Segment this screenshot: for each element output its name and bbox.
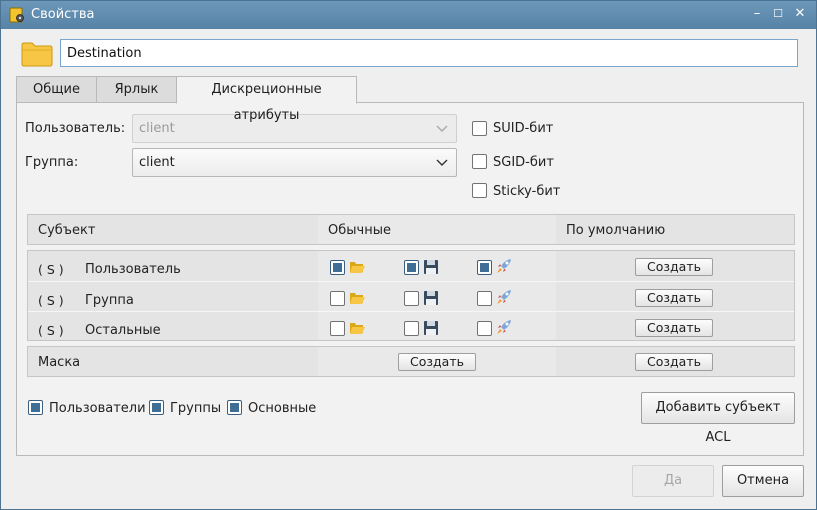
filter-users-checkbox[interactable]	[28, 400, 43, 415]
exec-checkbox[interactable]	[477, 291, 492, 306]
folder-icon	[21, 42, 53, 67]
row-tag: ( S )	[38, 293, 64, 308]
acl-mask-row: Маска Создать Создать	[27, 346, 795, 377]
chevron-down-icon	[436, 125, 448, 132]
row-divider	[28, 311, 794, 312]
acl-header-regular: Обычные	[328, 223, 391, 238]
chevron-down-icon	[436, 159, 448, 166]
open-folder-icon	[350, 293, 365, 304]
create-default-mask-button[interactable]: Создать	[635, 353, 713, 371]
title-bar[interactable]: Свойства – ☐ ✕	[1, 1, 816, 29]
open-folder-icon	[350, 323, 365, 334]
close-button[interactable]: ✕	[791, 5, 809, 23]
owner-group-combo[interactable]: client	[132, 148, 457, 177]
create-default-button[interactable]: Создать	[635, 258, 713, 276]
write-checkbox[interactable]	[404, 260, 419, 275]
cancel-button[interactable]: Отмена	[722, 465, 804, 497]
window-title: Свойства	[31, 7, 95, 22]
create-default-button[interactable]: Создать	[635, 319, 713, 337]
filter-basic-label: Основные	[248, 401, 317, 416]
maximize-button[interactable]: ☐	[769, 5, 787, 23]
read-checkbox[interactable]	[330, 291, 345, 306]
filter-groups-label: Группы	[170, 401, 222, 416]
suid-checkbox[interactable]	[472, 121, 487, 136]
write-checkbox[interactable]	[404, 321, 419, 336]
ok-button[interactable]: Да	[632, 465, 714, 497]
row-subject: Пользователь	[85, 262, 181, 277]
row-tag: ( S )	[38, 262, 64, 277]
owner-group-label: Группа:	[25, 155, 79, 170]
row-subject: Группа	[85, 293, 134, 308]
row-subject: Остальные	[85, 323, 161, 338]
write-checkbox[interactable]	[404, 291, 419, 306]
create-default-button[interactable]: Создать	[635, 289, 713, 307]
floppy-disk-icon	[424, 260, 438, 274]
filter-basic-checkbox[interactable]	[227, 400, 242, 415]
rocket-icon	[497, 290, 511, 304]
tab-shortcut[interactable]: Ярлык	[96, 76, 177, 103]
add-acl-subject-button[interactable]: Добавить субъект ACL	[641, 392, 795, 445]
rocket-icon	[497, 259, 511, 273]
suid-label: SUID-бит	[493, 121, 554, 136]
mask-label: Маска	[38, 355, 81, 370]
sgid-checkbox[interactable]	[472, 154, 487, 169]
open-folder-icon	[350, 262, 365, 273]
sticky-label: Sticky-бит	[493, 184, 561, 199]
tab-discretionary-attributes[interactable]: Дискреционные атрибуты	[176, 76, 357, 123]
acl-header: Субъект Обычные По умолчанию	[27, 214, 795, 245]
file-name-input[interactable]	[60, 39, 798, 67]
owner-user-label: Пользователь:	[25, 121, 126, 136]
acl-header-default: По умолчанию	[566, 223, 666, 238]
floppy-disk-icon	[424, 321, 438, 335]
exec-checkbox[interactable]	[477, 321, 492, 336]
row-divider	[28, 281, 794, 282]
acl-rows: ( S ) Пользователь Создать ( S ) Группа	[27, 250, 795, 341]
rocket-icon	[497, 320, 511, 334]
properties-app-icon	[9, 7, 24, 23]
filter-users-label: Пользователи	[49, 401, 146, 416]
properties-window: Свойства – ☐ ✕ Общие Ярлык Дискреционные…	[0, 0, 817, 510]
owner-user-value: client	[139, 121, 175, 136]
row-tag: ( S )	[38, 323, 64, 338]
discretionary-attributes-panel: Пользователь: client Группа: client SUID…	[16, 102, 804, 456]
exec-checkbox[interactable]	[477, 260, 492, 275]
sgid-label: SGID-бит	[493, 155, 554, 170]
read-checkbox[interactable]	[330, 321, 345, 336]
filter-groups-checkbox[interactable]	[149, 400, 164, 415]
acl-header-subject: Субъект	[38, 223, 96, 238]
create-mask-button[interactable]: Создать	[398, 353, 476, 371]
owner-group-value: client	[139, 155, 175, 170]
tab-general[interactable]: Общие	[16, 76, 97, 103]
floppy-disk-icon	[424, 291, 438, 305]
sticky-checkbox[interactable]	[472, 183, 487, 198]
read-checkbox[interactable]	[330, 260, 345, 275]
minimize-button[interactable]: –	[748, 5, 766, 23]
